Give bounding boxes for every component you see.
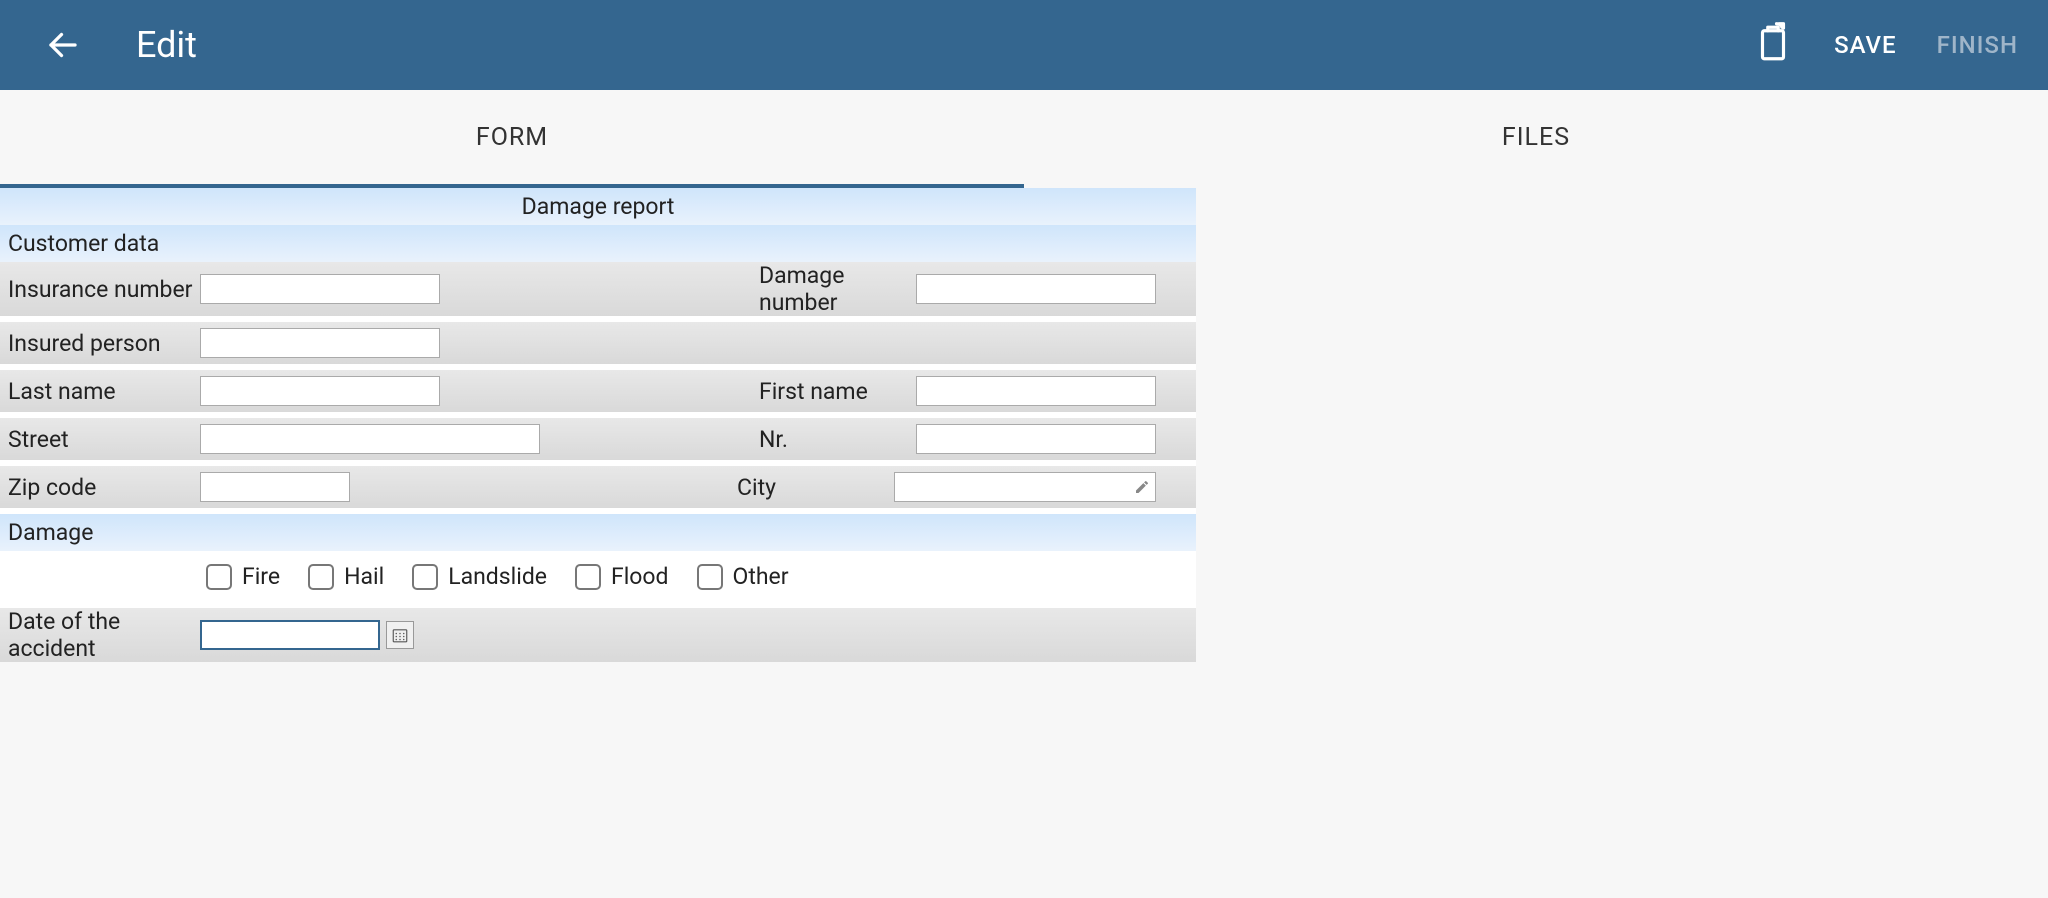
back-button[interactable] bbox=[45, 27, 81, 63]
clipboard-refresh-icon bbox=[1752, 22, 1794, 64]
checkbox-item-hail: Hail bbox=[308, 563, 384, 590]
input-insured-person[interactable] bbox=[200, 328, 440, 358]
label-street: Street bbox=[0, 426, 200, 453]
date-picker-button[interactable] bbox=[386, 621, 414, 649]
label-fire: Fire bbox=[242, 563, 280, 590]
form-container: Damage report Customer data Insurance nu… bbox=[0, 188, 1196, 662]
input-street[interactable] bbox=[200, 424, 540, 454]
input-last-name[interactable] bbox=[200, 376, 440, 406]
label-flood: Flood bbox=[611, 563, 669, 590]
tab-form[interactable]: FORM bbox=[0, 90, 1024, 188]
label-first-name: First name bbox=[751, 378, 916, 405]
section-damage: Damage bbox=[0, 514, 1196, 551]
section-customer-data: Customer data bbox=[0, 225, 1196, 262]
row-insurance: Insurance number Damage number bbox=[0, 262, 1196, 322]
row-date: Date of the accident bbox=[0, 608, 1196, 662]
checkbox-item-fire: Fire bbox=[206, 563, 280, 590]
form-title: Damage report bbox=[0, 188, 1196, 225]
label-nr: Nr. bbox=[751, 426, 916, 453]
row-name: Last name First name bbox=[0, 370, 1196, 418]
app-actions: SAVE FINISH bbox=[1752, 22, 2018, 68]
label-insurance-number: Insurance number bbox=[0, 276, 200, 303]
input-damage-number[interactable] bbox=[916, 274, 1156, 304]
tabs: FORM FILES bbox=[0, 90, 2048, 188]
save-button[interactable]: SAVE bbox=[1834, 31, 1897, 59]
page-title: Edit bbox=[136, 24, 1752, 66]
app-bar: Edit SAVE FINISH bbox=[0, 0, 2048, 90]
damage-types-row: Fire Hail Landslide Flood Other bbox=[0, 551, 1196, 608]
label-insured-person: Insured person bbox=[0, 330, 200, 357]
checkbox-item-landslide: Landslide bbox=[412, 563, 547, 590]
row-insured-person: Insured person bbox=[0, 322, 1196, 370]
arrow-left-icon bbox=[45, 27, 81, 63]
checkbox-flood[interactable] bbox=[575, 564, 601, 590]
label-hail: Hail bbox=[344, 563, 384, 590]
checkbox-landslide[interactable] bbox=[412, 564, 438, 590]
label-damage-number: Damage number bbox=[751, 262, 916, 316]
calendar-icon bbox=[391, 626, 409, 644]
label-other: Other bbox=[733, 563, 789, 590]
checkbox-other[interactable] bbox=[697, 564, 723, 590]
input-date-of-accident[interactable] bbox=[200, 620, 380, 650]
input-city[interactable] bbox=[894, 472, 1156, 502]
label-zip-code: Zip code bbox=[0, 474, 200, 501]
checkbox-item-flood: Flood bbox=[575, 563, 669, 590]
input-zip-code[interactable] bbox=[200, 472, 350, 502]
row-street: Street Nr. bbox=[0, 418, 1196, 466]
checkbox-item-other: Other bbox=[697, 563, 789, 590]
label-last-name: Last name bbox=[0, 378, 200, 405]
label-city: City bbox=[729, 474, 894, 501]
input-nr[interactable] bbox=[916, 424, 1156, 454]
finish-button[interactable]: FINISH bbox=[1937, 31, 2018, 59]
checkbox-fire[interactable] bbox=[206, 564, 232, 590]
checkbox-hail[interactable] bbox=[308, 564, 334, 590]
input-insurance-number[interactable] bbox=[200, 274, 440, 304]
tab-files[interactable]: FILES bbox=[1024, 90, 2048, 188]
label-date-of-accident: Date of the accident bbox=[0, 608, 200, 662]
label-landslide: Landslide bbox=[448, 563, 547, 590]
input-first-name[interactable] bbox=[916, 376, 1156, 406]
row-zip-city: Zip code City bbox=[0, 466, 1196, 514]
clipboard-button[interactable] bbox=[1752, 22, 1794, 68]
